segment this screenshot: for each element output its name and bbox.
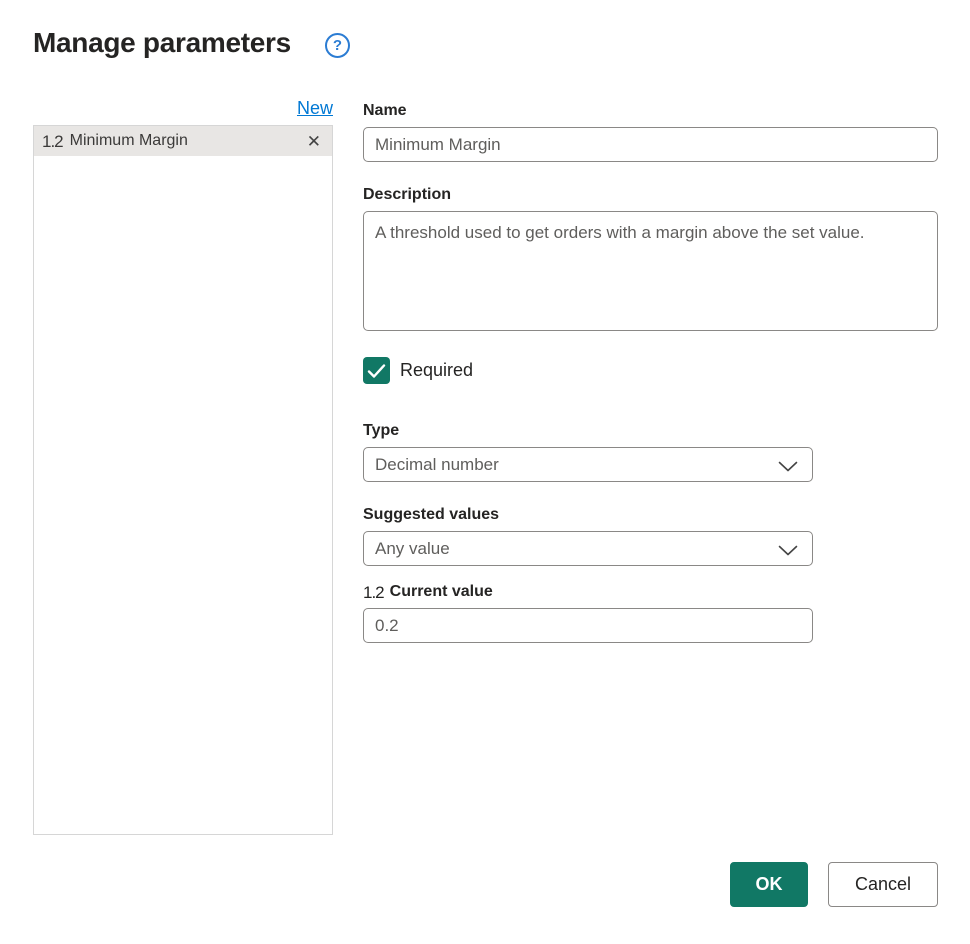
required-checkbox-row[interactable]: Required	[363, 357, 938, 384]
current-value-input[interactable]	[363, 608, 813, 643]
description-input[interactable]: A threshold used to get orders with a ma…	[363, 211, 938, 331]
chevron-down-icon	[778, 461, 798, 472]
name-input[interactable]	[363, 127, 938, 162]
type-dropdown[interactable]: Decimal number	[363, 447, 813, 482]
parameter-form: Name Description A threshold used to get…	[363, 101, 938, 643]
help-icon[interactable]: ?	[325, 33, 350, 58]
page-title: Manage parameters	[33, 27, 291, 59]
delete-parameter-icon[interactable]: ✕	[305, 131, 323, 152]
required-checkbox[interactable]	[363, 357, 390, 384]
suggested-values-label: Suggested values	[363, 505, 938, 525]
type-label: Type	[363, 421, 938, 441]
type-dropdown-value: Decimal number	[375, 455, 499, 475]
suggested-values-dropdown-value: Any value	[375, 539, 450, 559]
new-parameter-link[interactable]: New	[33, 98, 333, 119]
current-value-label-row: 1.2 Current value	[363, 582, 938, 602]
decimal-number-type-icon: 1.2	[363, 584, 384, 601]
suggested-values-dropdown[interactable]: Any value	[363, 531, 813, 566]
required-label: Required	[400, 360, 473, 381]
manage-parameters-dialog: Manage parameters ? New 1.2 Minimum Marg…	[0, 0, 970, 944]
ok-button[interactable]: OK	[730, 862, 808, 907]
parameter-list: 1.2 Minimum Margin ✕	[33, 125, 333, 835]
current-value-label: Current value	[390, 582, 493, 602]
list-item-minimum-margin[interactable]: 1.2 Minimum Margin ✕	[34, 126, 332, 156]
description-label: Description	[363, 185, 938, 205]
chevron-down-icon	[778, 545, 798, 556]
cancel-button[interactable]: Cancel	[828, 862, 938, 907]
checkmark-icon	[367, 363, 386, 379]
decimal-number-type-icon: 1.2	[42, 133, 63, 150]
list-item-label: Minimum Margin	[70, 132, 188, 150]
name-label: Name	[363, 101, 938, 121]
